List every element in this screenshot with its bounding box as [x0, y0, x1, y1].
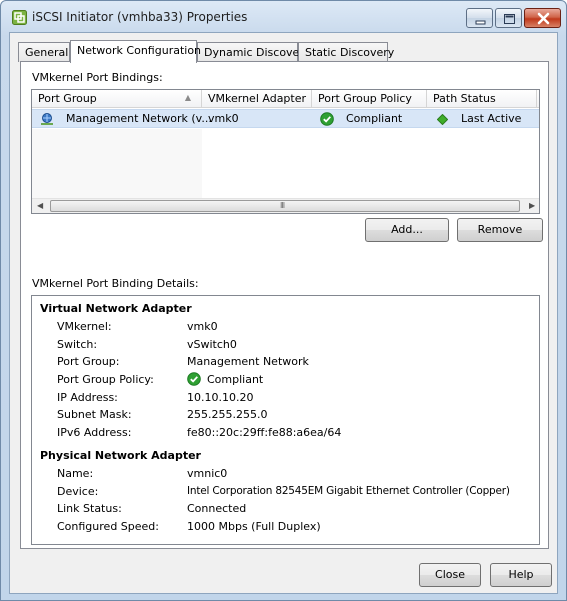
field-value: Management Network [187, 355, 309, 368]
dialog-body: General Network Configuration Dynamic Di… [9, 32, 558, 594]
close-icon [537, 12, 550, 25]
field-value: fe80::20c:29ff:fe88:a6ea/64 [187, 426, 342, 439]
tab-dynamic-discovery[interactable]: Dynamic Discovery [197, 42, 310, 62]
green-check-icon [187, 372, 201, 386]
field-label: VMkernel: [57, 320, 112, 333]
green-check-icon [320, 112, 334, 126]
field-value: 255.255.255.0 [187, 408, 268, 421]
field-label: IPv6 Address: [57, 426, 132, 439]
virtual-adapter-heading: Virtual Network Adapter [40, 302, 192, 315]
column-port-group-policy[interactable]: Port Group Policy [312, 90, 427, 108]
maximize-button[interactable] [495, 8, 522, 28]
field-value: vSwitch0 [187, 338, 237, 351]
maximize-icon [504, 14, 515, 24]
vmware-logo-icon [12, 10, 27, 25]
tab-network-configuration[interactable]: Network Configuration [70, 40, 201, 63]
column-label: Port Group [38, 92, 97, 105]
field-label: Configured Speed: [57, 520, 159, 533]
field-label: Port Group: [57, 355, 120, 368]
port-bindings-table[interactable]: Port Group ▲ VMkernel Adapter Port Group… [31, 89, 540, 214]
network-configuration-panel: VMkernel Port Bindings: Port Group ▲ VMk… [20, 61, 549, 549]
help-button[interactable]: Help [490, 563, 552, 587]
port-bindings-label: VMkernel Port Bindings: [32, 71, 163, 84]
binding-details-panel: Virtual Network Adapter VMkernel: vmk0 S… [31, 295, 540, 545]
field-value: Intel Corporation 82545EM Gigabit Ethern… [187, 485, 510, 497]
column-port-group[interactable]: Port Group ▲ [32, 90, 202, 108]
field-label: IP Address: [57, 391, 118, 404]
physical-adapter-heading: Physical Network Adapter [40, 449, 201, 462]
table-row[interactable]: Management Network (v... vmk0 Compliant … [32, 109, 539, 128]
close-window-button[interactable] [524, 8, 561, 28]
network-icon [41, 113, 53, 125]
field-label: Link Status: [57, 502, 122, 515]
binding-details-label: VMkernel Port Binding Details: [32, 277, 199, 290]
remove-button[interactable]: Remove [457, 218, 543, 242]
field-value: vmk0 [187, 320, 218, 333]
scroll-grip: III [280, 201, 285, 210]
field-value: vmnic0 [187, 467, 228, 480]
column-vmkernel-adapter[interactable]: VMkernel Adapter [202, 90, 312, 108]
field-label: Subnet Mask: [57, 408, 132, 421]
close-button[interactable]: Close [419, 563, 481, 587]
green-diamond-icon [437, 114, 448, 125]
scroll-left-icon[interactable]: ◀ [37, 201, 43, 210]
column-path-status[interactable]: Path Status [427, 90, 537, 108]
sort-ascending-icon: ▲ [184, 93, 191, 102]
port-group-cell: Management Network (v... [66, 112, 212, 125]
field-label: Name: [57, 467, 94, 480]
title-bar[interactable]: iSCSI Initiator (vmhba33) Properties [1, 1, 566, 31]
field-value: 10.10.10.20 [187, 391, 254, 404]
field-value: Connected [187, 502, 247, 515]
tab-static-discovery[interactable]: Static Discovery [298, 42, 394, 62]
add-button[interactable]: Add... [365, 218, 449, 242]
field-value: 1000 Mbps (Full Duplex) [187, 520, 321, 533]
field-value: Compliant [207, 373, 264, 386]
window-title: iSCSI Initiator (vmhba33) Properties [32, 10, 248, 24]
field-label: Switch: [57, 338, 98, 351]
tab-general[interactable]: General [18, 42, 70, 62]
empty-area [32, 129, 202, 199]
scroll-thumb[interactable]: III [50, 200, 520, 212]
table-header: Port Group ▲ VMkernel Adapter Port Group… [32, 90, 539, 108]
minimize-button[interactable] [466, 8, 493, 28]
horizontal-scrollbar[interactable]: ◀ III ▶ [32, 198, 539, 213]
scroll-right-icon[interactable]: ▶ [529, 201, 535, 210]
policy-cell: Compliant [346, 112, 403, 125]
vmkernel-adapter-cell: vmk0 [208, 112, 239, 125]
properties-window: iSCSI Initiator (vmhba33) Properties Gen… [0, 0, 567, 601]
field-label: Port Group Policy: [57, 373, 154, 386]
minimize-icon [475, 20, 486, 25]
field-label: Device: [57, 485, 99, 498]
path-status-cell: Last Active [461, 112, 522, 125]
